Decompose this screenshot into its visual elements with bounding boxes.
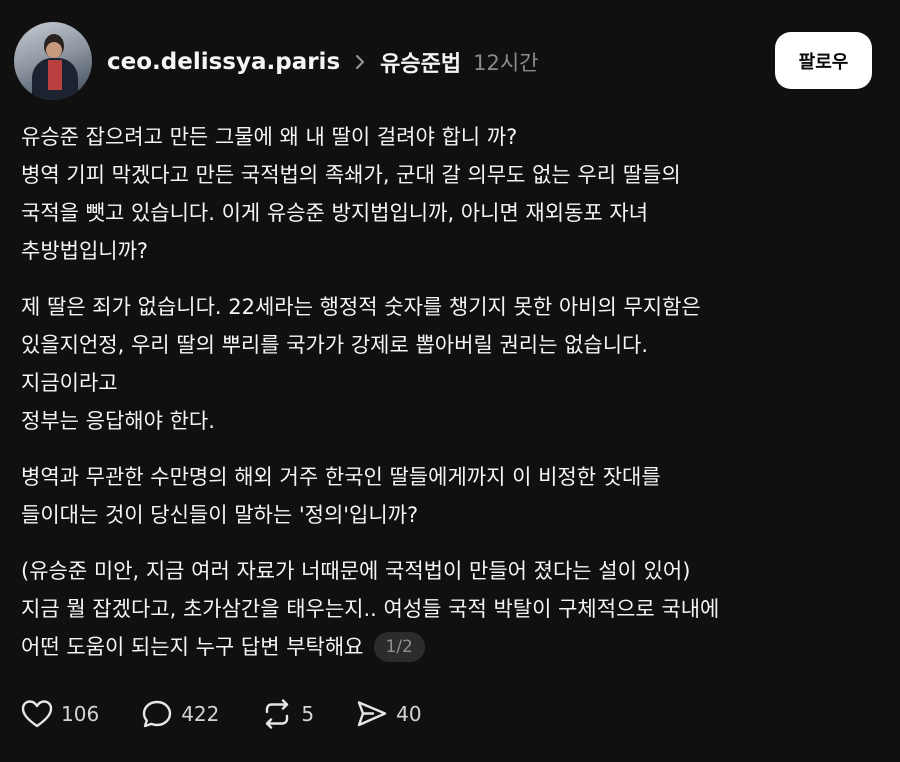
post-line: (유승준 미안, 지금 여러 자료가 너때문에 국적법이 만들어 졌다는 설이 … [21,559,691,583]
post-paragraph: 제 딸은 죄가 없습니다. 22세라는 행정적 숫자를 챙기지 못한 아비의 무… [21,288,881,440]
heart-icon [21,699,53,729]
post-line: 병역과 무관한 수만명의 해외 거주 한국인 딸들에게까지 이 비정한 잣대를 [21,465,661,489]
avatar[interactable] [14,22,92,100]
post-line: 지금이라고 [21,371,118,395]
comment-count: 422 [181,702,220,726]
post-line: 병역 기피 막겠다고 만든 국적법의 족쇄가, 군대 갈 의무도 없는 우리 딸… [21,163,681,187]
post-line: 들이대는 것이 당신들이 말하는 '정의'입니까? [21,503,419,527]
repost-count: 5 [301,702,315,726]
send-icon [356,699,388,729]
follow-button[interactable]: 팔로우 [775,32,872,89]
post-time: 12시간 [473,51,539,75]
post-line: 정부는 응답해야 한다. [21,409,215,433]
post-line-text: 어떤 도움이 되는지 누구 답변 부탁해요 [21,635,364,659]
post-line: 제 딸은 죄가 없습니다. 22세라는 행정적 숫자를 챙기지 못한 아비의 무… [21,295,701,319]
avatar-face [46,42,62,58]
post-line: 있을지언정, 우리 딸의 뿌리를 국가가 강제로 뽑아버릴 권리는 없습니다. [21,333,649,357]
page-indicator[interactable]: 1/2 [373,632,425,662]
post-line: 추방법입니까? [21,239,149,263]
repost-icon [261,699,293,729]
avatar-shirt [48,60,62,90]
share-button[interactable]: 40 [356,699,422,729]
share-count: 40 [396,702,422,726]
username[interactable]: ceo.delissya.paris [107,49,340,75]
post-line: 국적을 뺏고 있습니다. 이게 유승준 방지법입니까, 아니면 재외동포 자녀 [21,201,649,225]
topic-tag[interactable]: 유승준법 [380,46,461,78]
repost-button[interactable]: 5 [261,699,314,729]
action-bar: 106 422 5 40 [21,694,464,734]
comment-button[interactable]: 422 [141,699,219,729]
post-line: 지금 뭘 잡겠다고, 초가삼간을 태우는지.. 여성들 국적 박탈이 구체적으로… [21,597,720,621]
post-line-last: 어떤 도움이 되는지 누구 답변 부탁해요 1/2 [21,628,881,666]
post-header: ceo.delissya.paris 유승준법 12시간 [107,45,538,79]
chevron-right-icon [350,52,370,72]
post-paragraph: 병역과 무관한 수만명의 해외 거주 한국인 딸들에게까지 이 비정한 잣대를 … [21,458,881,534]
like-button[interactable]: 106 [21,699,99,729]
post-paragraph: (유승준 미안, 지금 여러 자료가 너때문에 국적법이 만들어 졌다는 설이 … [21,552,881,666]
like-count: 106 [61,702,100,726]
comment-bubble-icon [141,699,173,729]
post-line: 유승준 잡으려고 만든 그물에 왜 내 딸이 걸려야 합니 까? [21,125,518,149]
post-body: 유승준 잡으려고 만든 그물에 왜 내 딸이 걸려야 합니 까? 병역 기피 막… [21,118,881,684]
post-paragraph: 유승준 잡으려고 만든 그물에 왜 내 딸이 걸려야 합니 까? 병역 기피 막… [21,118,881,270]
